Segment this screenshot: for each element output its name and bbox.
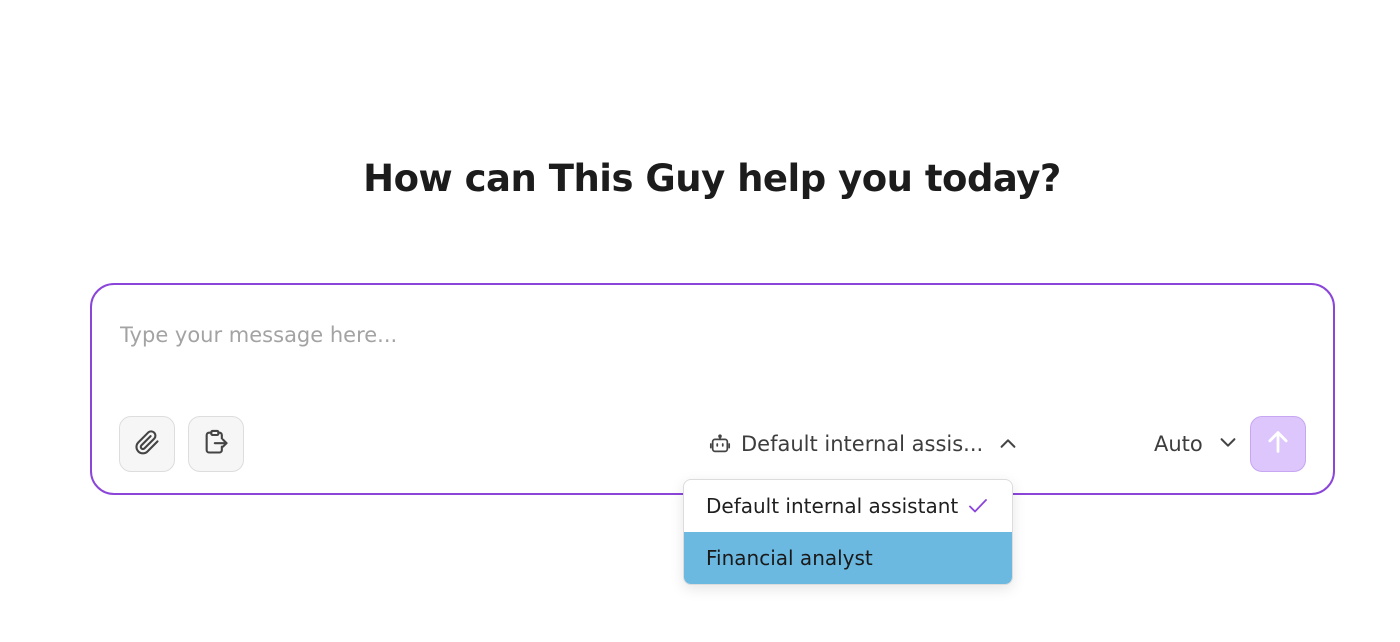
clipboard-export-icon	[202, 428, 230, 461]
assistant-selector-label: Default internal assis...	[741, 432, 984, 456]
send-button[interactable]	[1250, 416, 1306, 472]
chevron-down-icon	[1217, 431, 1239, 458]
assistant-option-label: Default internal assistant	[706, 494, 959, 518]
assistant-selector[interactable]: Default internal assis...	[709, 427, 1019, 461]
page-title: How can This Guy help you today?	[363, 157, 1061, 200]
assistant-option-label: Financial analyst	[706, 546, 873, 570]
assistant-menu: Default internal assistant Financial ana…	[683, 479, 1013, 585]
message-composer: Default internal assis... Auto	[90, 283, 1335, 495]
model-selector[interactable]: Auto	[1154, 427, 1239, 461]
arrow-up-icon	[1264, 428, 1292, 461]
page: How can This Guy help you today? Type yo…	[0, 0, 1400, 642]
check-icon	[966, 494, 990, 518]
chevron-up-icon	[997, 433, 1019, 455]
assistant-option-default[interactable]: Default internal assistant	[684, 480, 1012, 532]
paperclip-icon	[133, 428, 161, 461]
robot-icon	[709, 433, 731, 455]
model-selector-label: Auto	[1154, 432, 1203, 456]
clipboard-button[interactable]	[188, 416, 244, 472]
assistant-option-financial-analyst[interactable]: Financial analyst	[684, 532, 1012, 584]
attach-file-button[interactable]	[119, 416, 175, 472]
message-input[interactable]	[120, 315, 1300, 355]
